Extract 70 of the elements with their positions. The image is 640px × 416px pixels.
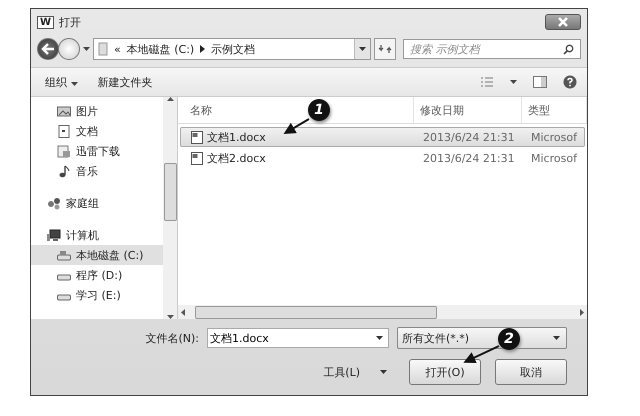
scroll-down-icon[interactable] bbox=[166, 315, 174, 319]
file-name: 文档2.docx bbox=[207, 150, 266, 166]
column-header[interactable]: 类型 bbox=[522, 97, 587, 123]
homegroup-icon bbox=[47, 196, 61, 210]
close-button[interactable] bbox=[545, 14, 581, 30]
picture-icon bbox=[57, 104, 71, 118]
caret-icon[interactable] bbox=[380, 370, 387, 374]
sidebar-item[interactable]: 文档 bbox=[31, 121, 163, 141]
new-folder-button[interactable]: 新建文件夹 bbox=[94, 72, 156, 92]
filename-label: 文件名(N): bbox=[145, 330, 199, 346]
file-row[interactable]: 文档2.docx 2013/6/24 21:31 Microsof bbox=[180, 148, 585, 168]
sidebar-item[interactable]: 家庭组 bbox=[31, 193, 163, 213]
organize-menu-button[interactable]: 组织 bbox=[41, 72, 82, 92]
search-field[interactable]: 搜索 示例文档 bbox=[403, 39, 581, 59]
scroll-thumb[interactable] bbox=[164, 163, 176, 221]
file-row[interactable]: 文档1.docx 2013/6/24 21:31 Microsof bbox=[180, 127, 585, 147]
refresh-button[interactable] bbox=[374, 38, 396, 60]
sidebar-item[interactable]: 学习 (E:) bbox=[31, 285, 163, 305]
preview-pane-icon[interactable] bbox=[533, 76, 547, 88]
computer-icon bbox=[47, 228, 61, 242]
pointer-arrow bbox=[463, 345, 500, 364]
scroll-left-icon[interactable] bbox=[181, 308, 185, 316]
window-title: 打开 bbox=[59, 14, 82, 30]
document-icon bbox=[57, 124, 71, 138]
file-type: Microsof bbox=[530, 152, 578, 164]
column-header[interactable]: 修改日期 bbox=[414, 97, 522, 123]
caret-icon[interactable] bbox=[83, 47, 90, 51]
download-folder-icon bbox=[57, 144, 71, 158]
caret-icon[interactable] bbox=[510, 80, 517, 84]
word-document-icon bbox=[191, 152, 203, 164]
address-bar[interactable]: « 本地磁盘 (C:) 示例文档 bbox=[93, 38, 371, 60]
filename-field[interactable]: 文档1.docx bbox=[207, 328, 389, 348]
sidebar-item[interactable]: 图片 bbox=[31, 101, 163, 121]
help-icon[interactable] bbox=[563, 75, 577, 89]
file-date: 2013/6/24 21:31 bbox=[422, 152, 516, 164]
folder-icon bbox=[98, 42, 108, 56]
caret-icon bbox=[359, 47, 366, 51]
open-button[interactable]: 打开(O) bbox=[409, 359, 481, 385]
file-name: 文档1.docx bbox=[207, 130, 266, 144]
sidebar-item[interactable]: 计算机 bbox=[31, 225, 163, 245]
sidebar-item[interactable]: 音乐 bbox=[31, 161, 163, 181]
word-document-icon bbox=[191, 130, 203, 144]
back-button[interactable] bbox=[37, 38, 59, 60]
caret-icon bbox=[553, 336, 560, 340]
back-arrow-icon bbox=[41, 43, 55, 55]
drive-icon bbox=[57, 248, 71, 262]
close-icon bbox=[557, 17, 569, 27]
view-list-icon[interactable] bbox=[480, 76, 494, 88]
cancel-button[interactable]: 取消 bbox=[495, 359, 567, 385]
refresh-icon bbox=[378, 43, 392, 55]
breadcrumb-item[interactable]: 本地磁盘 (C:) bbox=[126, 42, 194, 56]
tools-menu-button[interactable]: 工具(L) bbox=[317, 364, 366, 380]
pointer-arrow bbox=[284, 118, 310, 134]
scroll-right-icon[interactable] bbox=[580, 308, 584, 316]
sidebar-item[interactable]: 本地磁盘 (C:) bbox=[31, 245, 163, 265]
sidebar-item[interactable]: 程序 (D:) bbox=[31, 265, 163, 285]
breadcrumb-item[interactable]: 示例文档 bbox=[211, 42, 256, 56]
scroll-thumb[interactable] bbox=[195, 306, 437, 318]
file-type: Microsof bbox=[530, 130, 578, 144]
app-logo: W bbox=[37, 16, 54, 28]
caret-icon bbox=[70, 82, 78, 86]
address-dropdown-button[interactable] bbox=[354, 39, 370, 59]
chevron-icon bbox=[200, 45, 206, 53]
sidebar-item[interactable]: 迅雷下载 bbox=[31, 141, 163, 161]
music-note-icon bbox=[57, 164, 71, 178]
file-date: 2013/6/24 21:31 bbox=[422, 130, 516, 144]
breadcrumb-overflow[interactable]: « bbox=[114, 42, 121, 56]
scrollbar[interactable] bbox=[163, 97, 177, 319]
forward-button[interactable] bbox=[58, 38, 80, 60]
scrollbar[interactable] bbox=[178, 305, 587, 319]
